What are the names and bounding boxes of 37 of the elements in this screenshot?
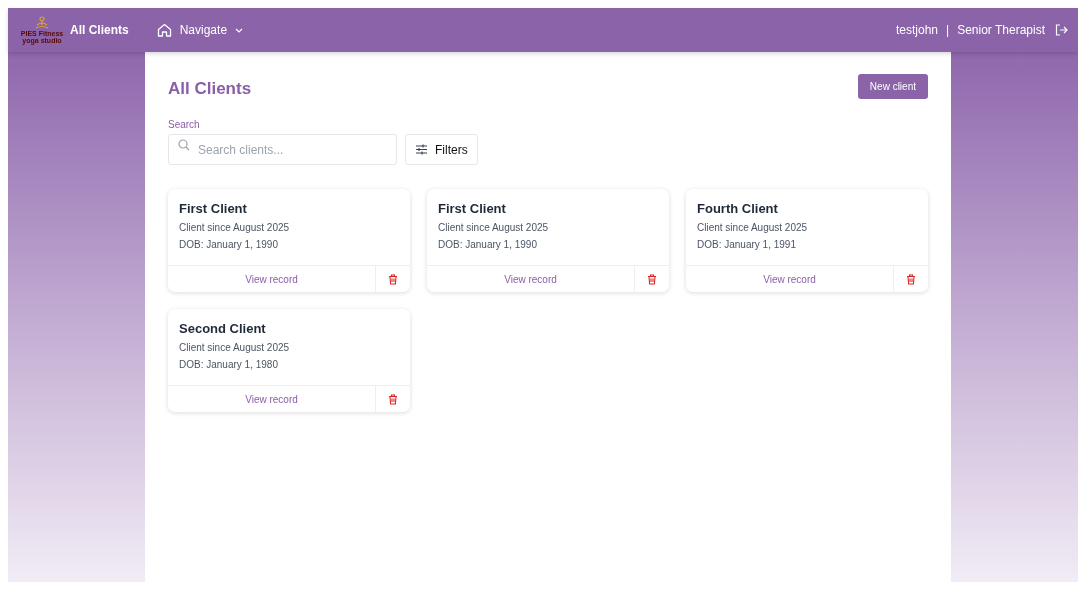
app-title: All Clients	[70, 23, 129, 37]
view-record-button[interactable]: View record	[427, 266, 634, 292]
search-icon	[178, 139, 190, 151]
sliders-icon	[415, 144, 428, 155]
view-record-button[interactable]: View record	[168, 266, 375, 292]
filters-button[interactable]: Filters	[405, 134, 478, 165]
client-since: Client since August 2025	[438, 222, 550, 233]
chevron-down-icon	[235, 27, 244, 33]
username: testjohn	[896, 23, 939, 37]
view-record-button[interactable]: View record	[686, 266, 893, 292]
trash-icon	[388, 393, 398, 405]
client-since: Client since August 2025	[179, 342, 291, 353]
logout-icon	[1055, 24, 1068, 36]
user-role: Senior Therapist	[957, 23, 1045, 37]
trash-icon	[906, 273, 916, 285]
meditation-figure-icon	[34, 16, 50, 30]
view-record-button[interactable]: View record	[168, 386, 375, 412]
home-icon	[156, 23, 172, 37]
page-title: All Clients	[168, 79, 252, 99]
client-since: Client since August 2025	[179, 222, 291, 233]
client-name: Second Client	[179, 321, 267, 336]
client-since: Client since August 2025	[697, 222, 809, 233]
separator: |	[946, 23, 950, 37]
client-dob: DOB: January 1, 1980	[179, 359, 279, 370]
client-dob: DOB: January 1, 1990	[179, 239, 279, 250]
client-name: First Client	[179, 201, 248, 216]
search-label: Search	[168, 119, 201, 130]
search-field[interactable]: Search clients...	[168, 134, 397, 165]
navigate-menu[interactable]: Navigate	[156, 23, 244, 37]
trash-icon	[388, 273, 398, 285]
client-dob: DOB: January 1, 1991	[697, 239, 797, 250]
client-name: First Client	[438, 201, 507, 216]
new-client-button[interactable]: New client	[857, 74, 928, 99]
client-dob: DOB: January 1, 1990	[438, 239, 538, 250]
logout-button[interactable]	[1055, 24, 1068, 36]
trash-icon	[647, 273, 657, 285]
client-name: Fourth Client	[697, 201, 779, 216]
